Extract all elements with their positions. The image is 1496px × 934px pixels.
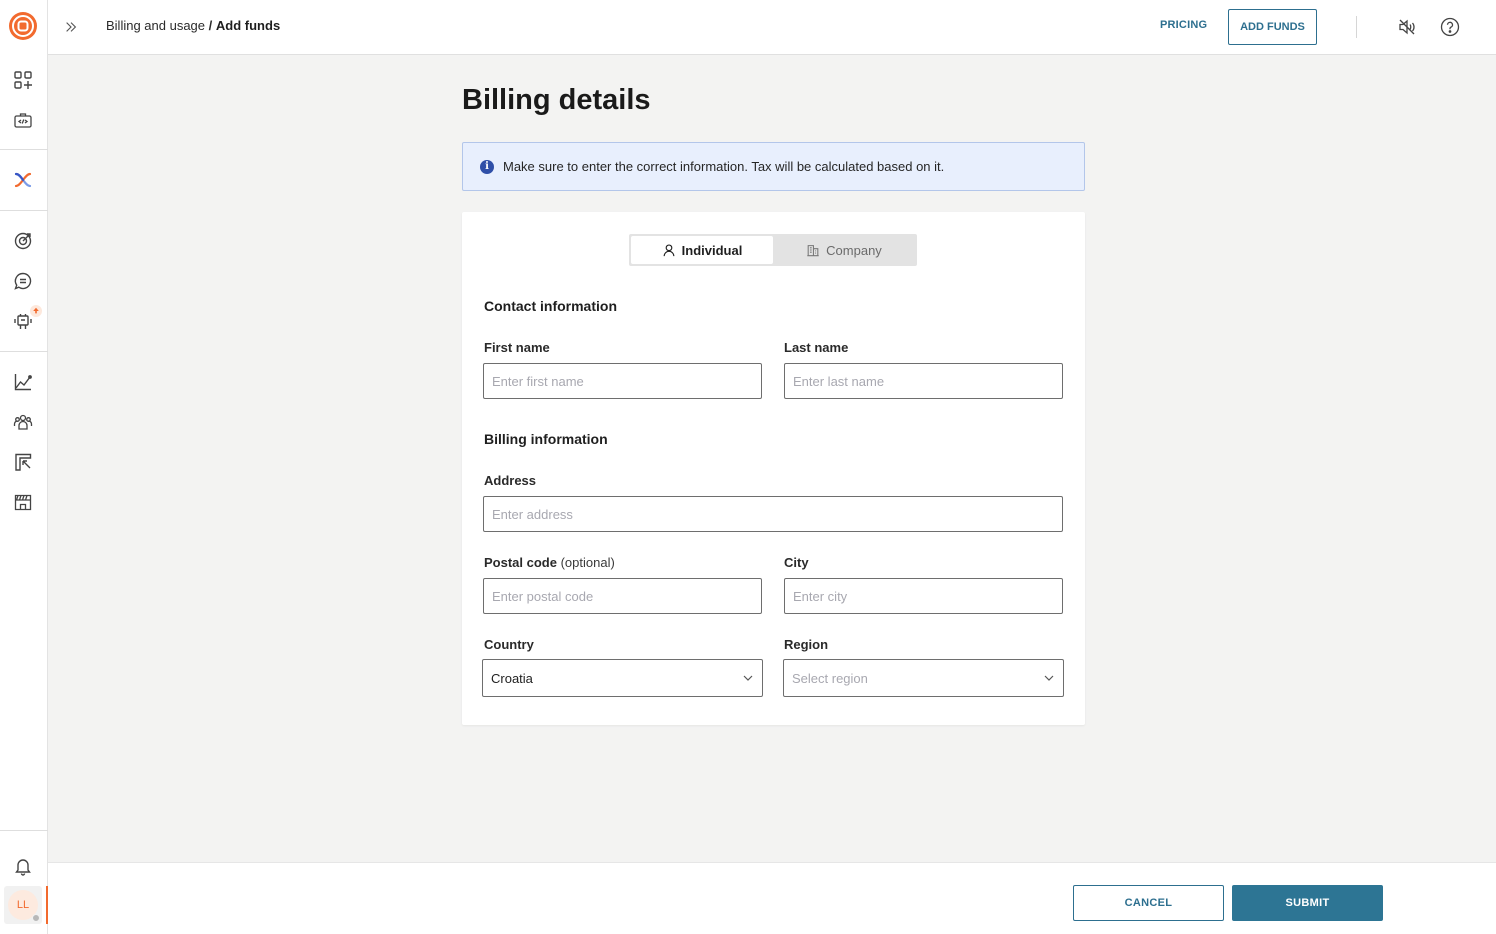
postal-code-label-text: Postal code xyxy=(484,555,557,570)
cancel-button[interactable]: CANCEL xyxy=(1073,885,1224,921)
sidebar-divider xyxy=(0,210,48,211)
status-indicator xyxy=(32,914,40,922)
tab-individual[interactable]: Individual xyxy=(631,236,773,264)
store-icon xyxy=(14,494,32,511)
address-label: Address xyxy=(484,473,537,488)
target-icon xyxy=(14,232,32,250)
region-select[interactable]: Select region xyxy=(783,659,1064,697)
avatar-initials: LL xyxy=(16,899,30,911)
postal-code-input[interactable] xyxy=(483,578,762,614)
add-funds-button[interactable]: ADD FUNDS xyxy=(1228,9,1317,45)
tab-individual-label: Individual xyxy=(681,242,743,258)
export-icon xyxy=(15,453,32,471)
breadcrumb-separator: / xyxy=(208,18,213,33)
chevron-down-icon xyxy=(1044,675,1054,681)
last-name-input[interactable] xyxy=(784,363,1063,399)
building-icon xyxy=(807,245,819,257)
sound-toggle-button[interactable] xyxy=(1396,16,1418,38)
chat-icon xyxy=(14,272,32,290)
page-title: Billing details xyxy=(462,84,651,116)
topbar-divider xyxy=(1356,16,1357,38)
sidebar-divider xyxy=(0,351,48,352)
tab-company[interactable]: Company xyxy=(773,236,915,264)
postal-code-label: Postal code (optional) xyxy=(484,555,615,570)
sidebar-divider xyxy=(0,830,48,831)
tab-company-label: Company xyxy=(826,242,882,258)
top-bar: Billing and usage / Add funds PRICING AD… xyxy=(48,0,1496,55)
country-value: Croatia xyxy=(491,670,533,686)
expand-sidebar-button[interactable] xyxy=(60,16,82,38)
line-chart-icon xyxy=(14,374,32,391)
sidebar-item-analytics[interactable] xyxy=(12,371,34,393)
first-name-input[interactable] xyxy=(483,363,762,399)
app-logo[interactable] xyxy=(8,11,38,41)
contact-information-heading: Contact information xyxy=(484,298,617,314)
info-icon: i xyxy=(480,159,494,174)
pricing-link[interactable]: PRICING xyxy=(1160,19,1207,31)
person-icon xyxy=(663,244,675,257)
code-briefcase-icon xyxy=(14,113,32,128)
breadcrumb: Billing and usage / Add funds xyxy=(106,18,280,33)
sidebar-divider xyxy=(0,149,48,150)
chevrons-right-icon xyxy=(66,22,77,32)
region-placeholder: Select region xyxy=(792,670,868,686)
bell-icon xyxy=(15,859,31,876)
address-input[interactable] xyxy=(483,496,1063,532)
help-icon xyxy=(1440,17,1460,37)
sidebar-item-apps[interactable] xyxy=(12,69,34,91)
breadcrumb-current: Add funds xyxy=(215,18,281,33)
crossover-logo-icon xyxy=(14,172,32,188)
region-label: Region xyxy=(784,637,829,652)
last-name-label: Last name xyxy=(784,340,849,355)
sidebar-item-conversations[interactable] xyxy=(12,270,34,292)
city-input[interactable] xyxy=(784,578,1063,614)
optional-hint: (optional) xyxy=(560,555,615,570)
upgrade-arrow-icon xyxy=(33,307,39,314)
avatar: LL xyxy=(8,890,40,922)
sidebar: LL xyxy=(0,0,48,934)
info-banner: i Make sure to enter the correct informa… xyxy=(462,142,1085,191)
user-avatar-button[interactable]: LL xyxy=(4,886,42,924)
sidebar-item-developer[interactable] xyxy=(12,109,34,131)
billing-information-heading: Billing information xyxy=(484,431,608,447)
info-banner-text: Make sure to enter the correct informati… xyxy=(503,159,945,174)
sidebar-item-goals[interactable] xyxy=(12,230,34,252)
country-select[interactable]: Croatia xyxy=(482,659,763,697)
account-type-toggle: Individual Company xyxy=(629,234,917,266)
upgrade-badge xyxy=(30,305,42,317)
sound-muted-icon xyxy=(1399,19,1415,35)
billing-form-card: Individual Company Contact information F… xyxy=(462,212,1085,725)
notifications-button[interactable] xyxy=(12,855,34,877)
sidebar-item-marketplace[interactable] xyxy=(12,491,34,513)
submit-button[interactable]: SUBMIT xyxy=(1232,885,1383,921)
sidebar-item-audience[interactable] xyxy=(12,411,34,433)
logo-icon xyxy=(9,12,37,40)
breadcrumb-parent[interactable]: Billing and usage xyxy=(106,18,205,33)
first-name-label: First name xyxy=(484,340,550,355)
chevron-down-icon xyxy=(743,675,753,681)
sidebar-item-integrations[interactable] xyxy=(12,169,34,191)
country-label: Country xyxy=(484,637,534,652)
people-icon xyxy=(13,414,33,430)
apps-add-icon xyxy=(14,71,32,89)
sidebar-item-exports[interactable] xyxy=(12,451,34,473)
help-button[interactable] xyxy=(1439,16,1461,38)
form-footer: CANCEL SUBMIT xyxy=(48,862,1496,934)
city-label: City xyxy=(784,555,809,570)
